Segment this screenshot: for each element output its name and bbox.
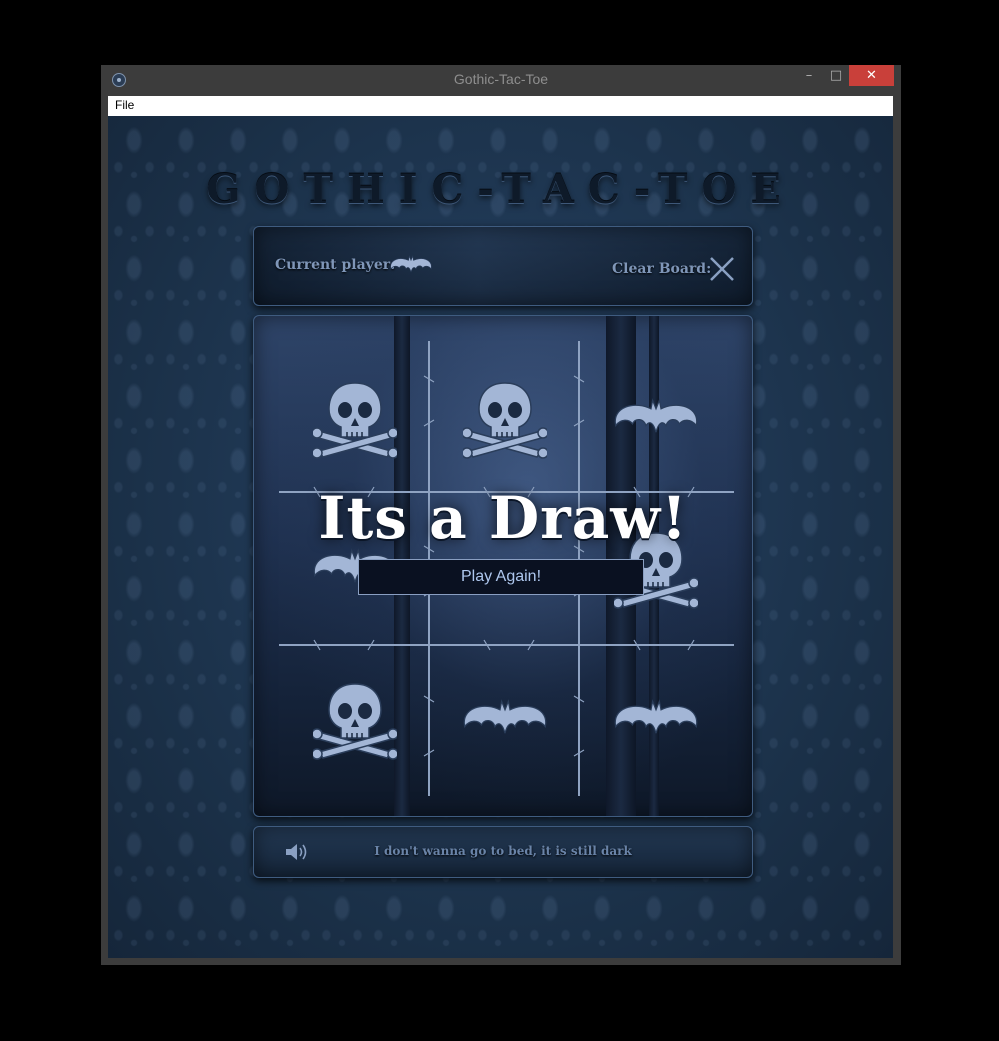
game-title: GOTHIC-TAC-TOE <box>206 166 795 213</box>
app-window: Gothic-Tac-Toe – □ ✕ File GOTHIC-TAC-TOE… <box>101 65 901 965</box>
clear-board-label: Clear Board: <box>612 261 712 277</box>
bat-icon <box>614 398 698 433</box>
current-player-label: Current player: <box>275 257 396 273</box>
now-playing-text: I don't wanna go to bed, it is still dar… <box>374 844 632 858</box>
board-cell-0-1[interactable] <box>429 341 579 491</box>
board-cell-0-0[interactable] <box>279 341 429 491</box>
game-area: GOTHIC-TAC-TOE Current player: Clear Boa… <box>108 116 893 958</box>
board-cell-2-1[interactable] <box>429 642 579 792</box>
result-text: Its a Draw! <box>318 484 688 552</box>
skull-icon <box>313 382 397 459</box>
bat-icon <box>463 699 547 734</box>
bat-icon <box>614 699 698 734</box>
title-bar[interactable]: Gothic-Tac-Toe – □ ✕ <box>101 65 901 96</box>
maximize-button[interactable]: □ <box>823 65 849 86</box>
current-player-bat-icon <box>390 255 432 273</box>
skull-icon <box>313 683 397 760</box>
skull-icon <box>463 382 547 459</box>
menu-bar: File <box>108 96 893 116</box>
minimize-button[interactable]: – <box>795 65 823 86</box>
menu-file[interactable]: File <box>115 98 134 112</box>
play-again-button[interactable]: Play Again! <box>358 559 644 595</box>
board-cell-2-0[interactable] <box>279 642 429 792</box>
window-title: Gothic-Tac-Toe <box>453 71 549 87</box>
clear-board-cross-icon[interactable] <box>708 255 736 283</box>
game-board: Its a Draw! Play Again! <box>253 315 753 817</box>
music-panel: I don't wanna go to bed, it is still dar… <box>253 826 753 878</box>
board-cell-0-2[interactable] <box>580 341 730 491</box>
close-button[interactable]: ✕ <box>849 65 894 86</box>
board-cell-2-2[interactable] <box>580 642 730 792</box>
status-panel: Current player: Clear Board: <box>253 226 753 306</box>
